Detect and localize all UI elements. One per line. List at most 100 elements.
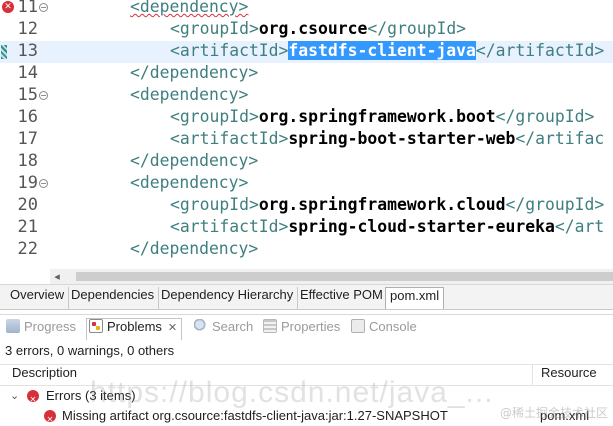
xml-open-tag: <dependency> (130, 85, 249, 104)
change-marker-icon[interactable] (1, 45, 7, 59)
editor-line[interactable]: 14 </dependency> (0, 63, 613, 85)
editor-line[interactable]: 18 </dependency> (0, 151, 613, 173)
line-number: 14 (17, 63, 38, 83)
xml-open-tag: <dependency> (130, 173, 249, 192)
xml-close-tag: </artifac (515, 129, 605, 148)
fold-toggle-icon[interactable]: − (39, 3, 48, 12)
progress-icon (6, 319, 20, 333)
code-text[interactable]: </dependency> (130, 239, 258, 261)
properties-icon (263, 319, 277, 333)
editor-line[interactable]: 15− <dependency> (0, 85, 613, 107)
xml-close-tag: </art (554, 217, 605, 236)
line-number: 18 (17, 151, 38, 171)
table-row[interactable]: ✕ Missing artifact org.csource:fastdfs-c… (0, 406, 613, 426)
line-number: 20 (17, 195, 38, 215)
xml-text-value: org.springframework.boot (258, 107, 496, 126)
column-header-resource[interactable]: Resource (532, 365, 613, 386)
problems-table-header: Description Resource (0, 364, 613, 386)
editor-line[interactable]: 13 <artifactId>fastdfs-client-java</artif… (0, 41, 613, 63)
scroll-left-arrow-icon[interactable]: ◂ (50, 269, 64, 284)
chevron-down-icon[interactable]: ⌄ (10, 386, 19, 406)
code-text[interactable]: <groupId>org.springframework.boot</group… (170, 107, 594, 129)
close-icon[interactable]: ✕ (168, 321, 177, 334)
line-number: 17 (17, 129, 38, 149)
editor-line[interactable]: 22 </dependency> (0, 239, 613, 261)
editor-line[interactable]: 16 <groupId>org.springframework.boot</gro… (0, 107, 613, 129)
xml-open-tag: </dependency> (130, 63, 259, 82)
editor-line[interactable]: 19− <dependency> (0, 173, 613, 195)
code-text[interactable]: <artifactId>fastdfs-client-java</artifac… (170, 41, 604, 63)
view-tab-label: Problems (107, 319, 162, 334)
xml-text-value: spring-cloud-starter-eureka (288, 217, 555, 236)
code-text[interactable]: <dependency> (130, 0, 248, 19)
editor-line[interactable]: 17 <artifactId>spring-boot-starter-web</a… (0, 129, 613, 151)
problems-icon (89, 319, 103, 333)
code-text[interactable]: <groupId>org.csource</groupId> (170, 19, 466, 41)
editor-line[interactable]: 20 <groupId>org.springframework.cloud</gr… (0, 195, 613, 217)
line-number: 15 (17, 85, 38, 105)
code-text[interactable]: </dependency> (130, 63, 258, 85)
xml-open-tag: <artifactId> (170, 41, 289, 60)
xml-source-editor[interactable]: ✕ 11− <dependency> 12 <groupId>org.csource</… (0, 0, 613, 270)
xml-open-tag: </dependency> (130, 239, 259, 258)
tab-dependency-hierarchy[interactable]: Dependency Hierarchy (157, 287, 299, 309)
line-number: 11 (17, 0, 38, 17)
view-tab-console[interactable]: Console (351, 319, 417, 341)
tab-dependencies[interactable]: Dependencies (67, 287, 160, 309)
fold-toggle-icon[interactable]: − (39, 91, 48, 100)
code-text[interactable]: <dependency> (130, 173, 248, 195)
xml-open-tag: </dependency> (130, 151, 259, 170)
search-icon (194, 319, 208, 333)
tab-overview[interactable]: Overview (6, 287, 70, 309)
xml-close-tag: </groupId> (505, 195, 605, 214)
line-number: 21 (17, 217, 38, 237)
fold-toggle-icon[interactable]: − (39, 179, 48, 188)
tab-pom-xml[interactable]: pom.xml (385, 287, 445, 309)
problems-group-row[interactable]: ⌄ ✕ Errors (3 items) (0, 386, 613, 406)
column-header-description[interactable]: Description (4, 365, 532, 386)
bottom-views-tabbar: Progress Problems ✕ Search Properties Con… (0, 314, 613, 342)
xml-open-tag: <groupId> (170, 107, 259, 126)
problems-group-label: Errors (3 items) (46, 388, 136, 403)
console-icon (351, 319, 365, 333)
scrollbar-thumb[interactable] (76, 272, 613, 281)
xml-open-tag: <artifactId> (170, 217, 289, 236)
line-number: 19 (17, 173, 38, 193)
problem-description: Missing artifact org.csource:fastdfs-cli… (62, 408, 448, 423)
line-number: 22 (17, 239, 38, 259)
xml-open-tag: <groupId> (170, 19, 259, 38)
problems-summary: 3 errors, 0 warnings, 0 others (5, 343, 175, 358)
view-tab-search[interactable]: Search (194, 319, 253, 341)
problem-resource: pom.xml (540, 408, 590, 423)
code-text[interactable]: <dependency> (130, 85, 248, 107)
view-tab-progress[interactable]: Progress (6, 319, 76, 341)
view-tab-label: Progress (24, 319, 77, 334)
xml-close-tag: </groupId> (367, 19, 467, 38)
editor-line[interactable]: 12 <groupId>org.csource</groupId> (0, 19, 613, 41)
line-number: 12 (17, 19, 38, 39)
error-icon: ✕ (44, 410, 56, 424)
line-number: 16 (17, 107, 38, 127)
xml-close-tag: </groupId> (495, 107, 595, 126)
xml-text-value: spring-boot-starter-web (288, 129, 516, 148)
xml-open-tag: <artifactId> (170, 129, 289, 148)
editor-horizontal-scrollbar[interactable]: ◂ (50, 269, 613, 284)
view-tab-label: Properties (281, 319, 341, 334)
xml-open-tag: <dependency> (130, 0, 249, 16)
code-text[interactable]: <artifactId>spring-boot-starter-web</art… (170, 129, 604, 151)
xml-text-value: org.springframework.cloud (258, 195, 506, 214)
code-text[interactable]: <artifactId>spring-cloud-starter-eureka<… (170, 217, 604, 239)
xml-close-tag: </artifactId> (475, 41, 605, 60)
editor-line[interactable]: ✕ 11− <dependency> (0, 0, 613, 19)
error-icon: ✕ (27, 390, 39, 404)
pom-editor-tabs: Overview Dependencies Dependency Hierarc… (0, 284, 613, 310)
view-tab-properties[interactable]: Properties (263, 319, 340, 341)
code-text[interactable]: </dependency> (130, 151, 258, 173)
line-number: 13 (17, 41, 38, 61)
view-tab-label: Search (212, 319, 254, 334)
editor-line[interactable]: 21 <artifactId>spring-cloud-starter-eurek… (0, 217, 613, 239)
tab-effective-pom[interactable]: Effective POM (296, 287, 388, 309)
code-text[interactable]: <groupId>org.springframework.cloud</grou… (170, 195, 604, 217)
view-tab-problems[interactable]: Problems ✕ (86, 318, 183, 340)
xml-open-tag: <groupId> (170, 195, 259, 214)
